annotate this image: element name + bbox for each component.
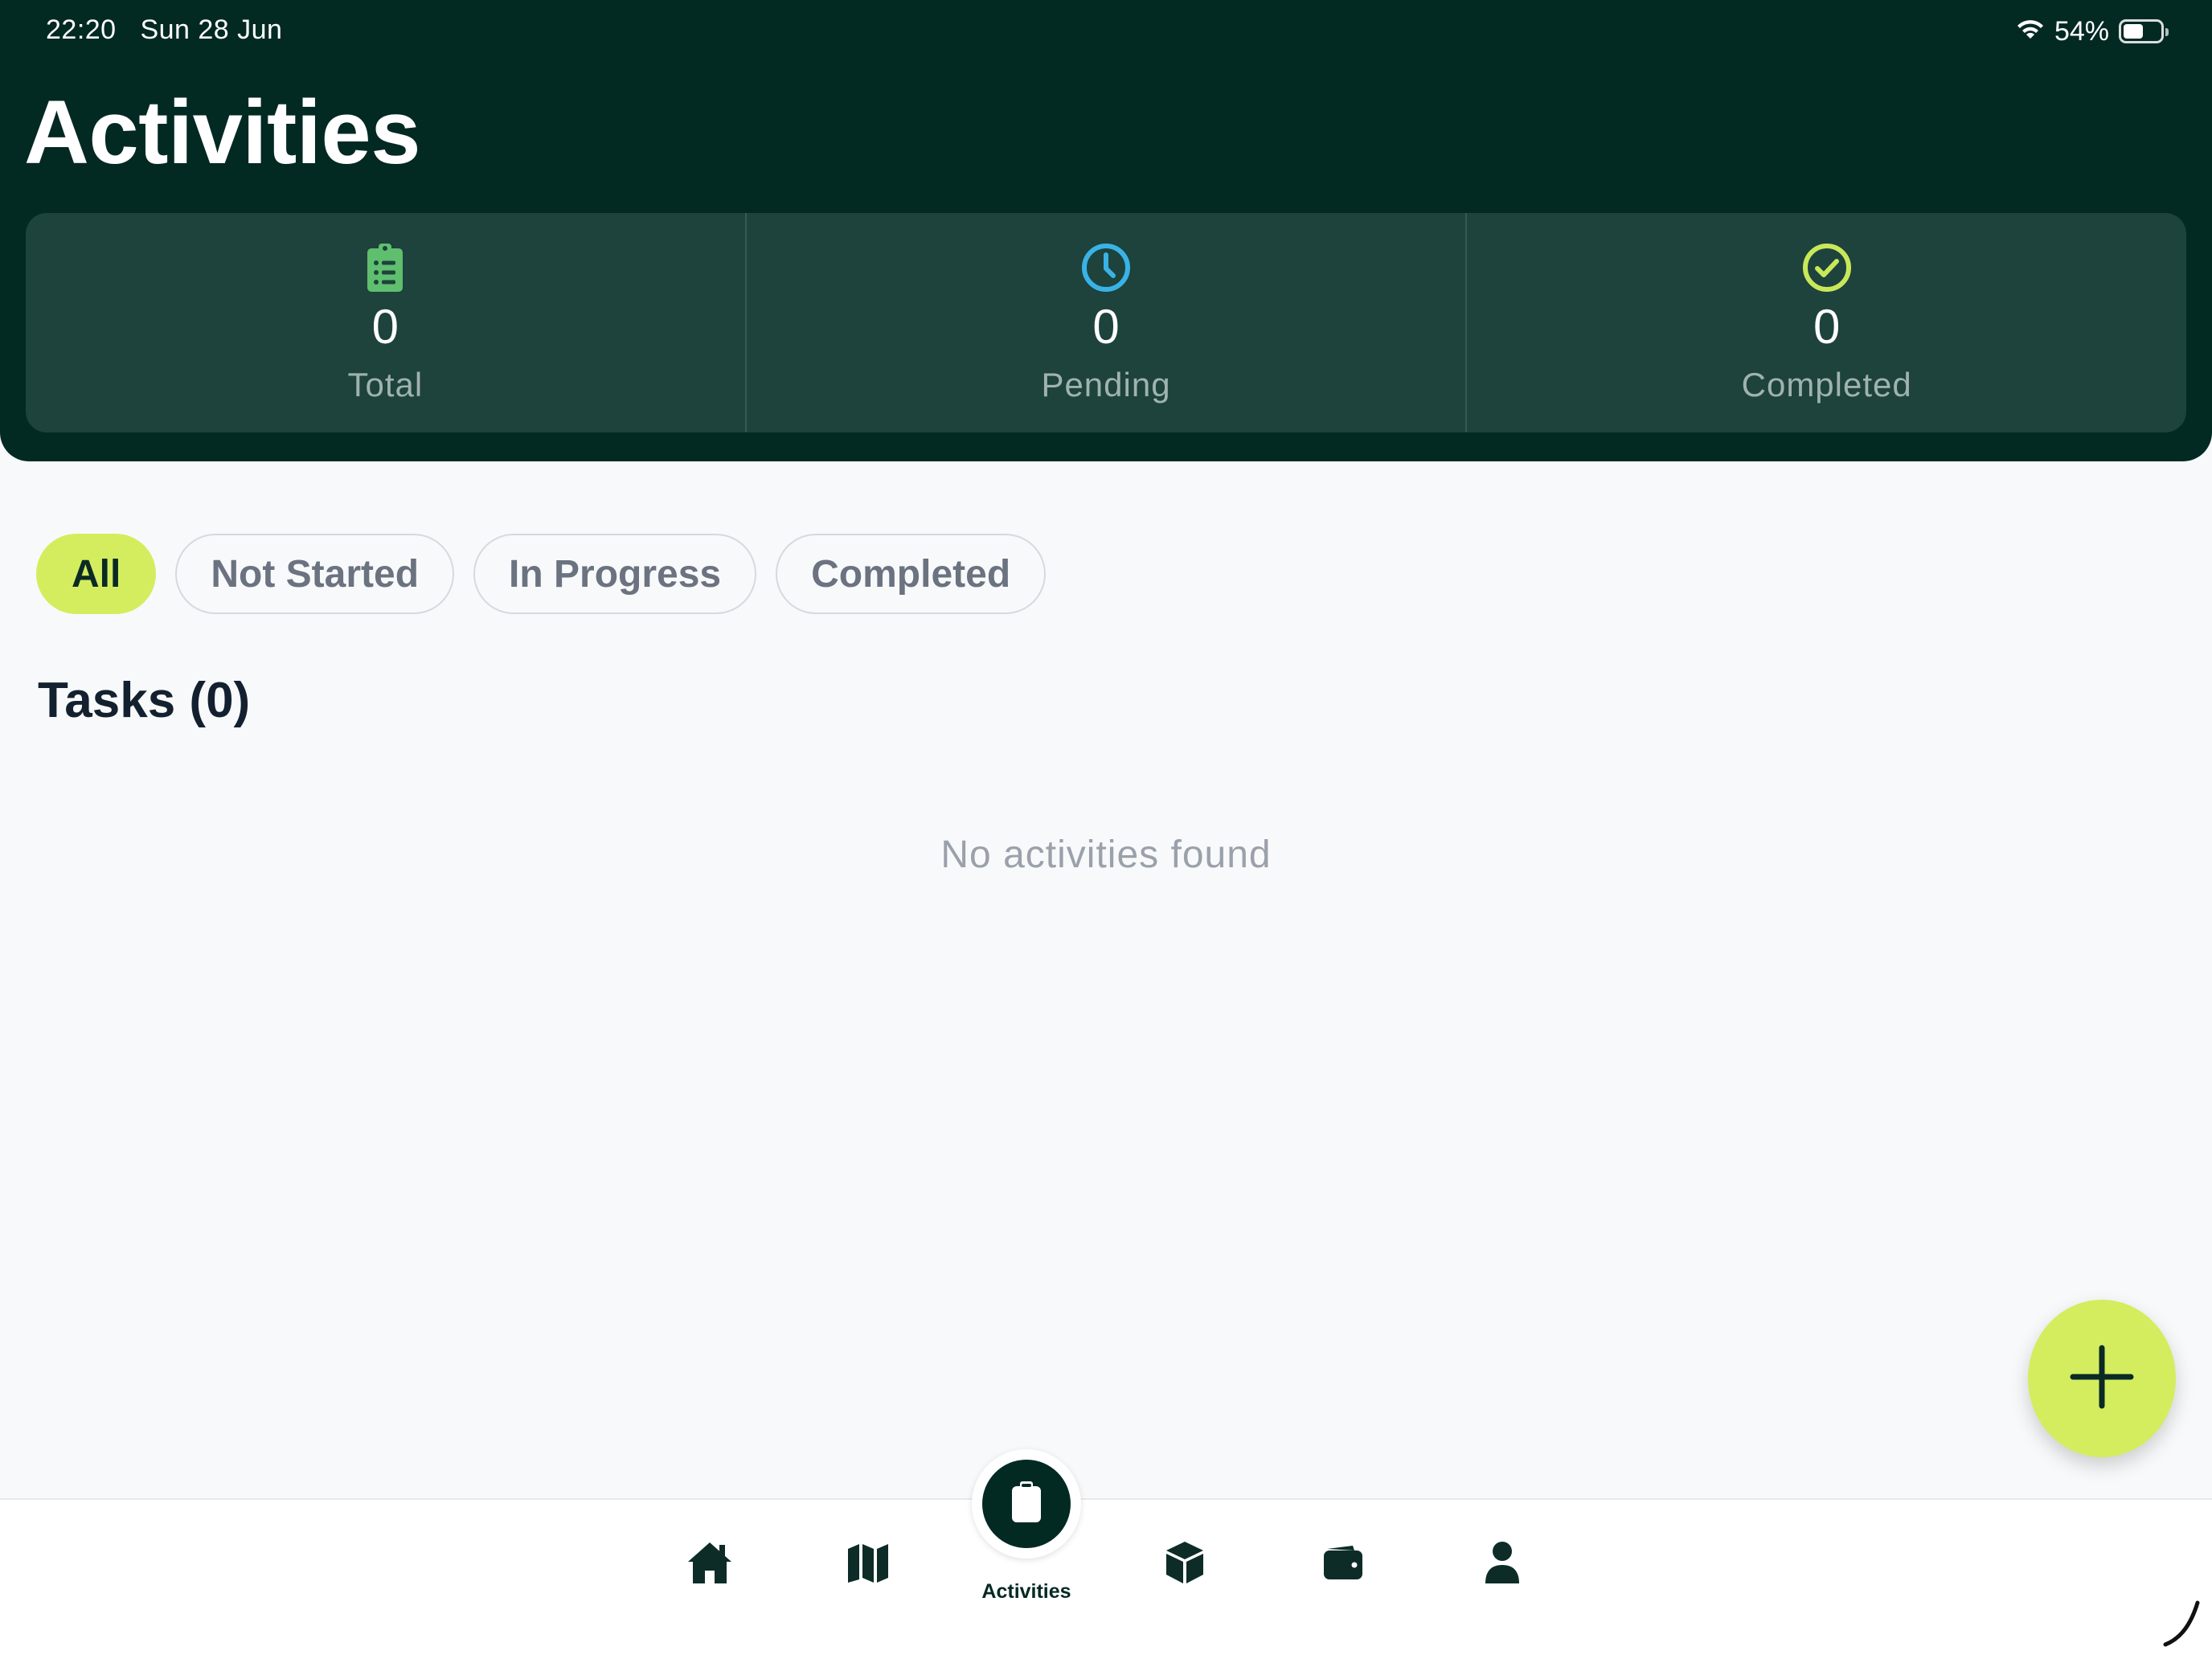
wifi-icon <box>2016 18 2045 45</box>
stat-total-value: 0 <box>371 300 399 354</box>
nav-activities-active-bg <box>982 1460 1071 1548</box>
nav-packages[interactable] <box>1153 1532 1217 1596</box>
filter-not-started-chip[interactable]: Not Started <box>175 534 455 614</box>
filter-in-progress-chip[interactable]: In Progress <box>473 534 757 614</box>
filter-chips: All Not Started In Progress Completed <box>36 534 1047 614</box>
status-time: 22:20 Sun 28 Jun <box>46 14 282 46</box>
nav-wallet[interactable] <box>1311 1532 1375 1596</box>
add-activity-button[interactable] <box>2028 1300 2176 1457</box>
empty-state-message: No activities found <box>940 834 1272 876</box>
clipboard-icon <box>1010 1481 1043 1528</box>
battery-cap <box>2165 28 2169 36</box>
header: 22:20 Sun 28 Jun 54% Activities 0 Total … <box>0 0 2212 461</box>
stat-total: 0 Total <box>26 213 745 432</box>
stat-pending-value: 0 <box>1092 300 1120 354</box>
battery-icon <box>2119 19 2169 43</box>
home-icon <box>686 1540 733 1589</box>
page-title: Activities <box>24 82 420 182</box>
map-icon <box>846 1541 890 1588</box>
nav-activities-label: Activities <box>981 1580 1071 1603</box>
wallet-icon <box>1322 1544 1364 1585</box>
filter-completed-chip[interactable]: Completed <box>776 534 1047 614</box>
battery-level <box>2124 24 2143 39</box>
stat-completed-label: Completed <box>1741 366 1912 403</box>
user-icon <box>1484 1540 1521 1589</box>
stats-card: 0 Total 0 Pending 0 Completed <box>26 213 2186 432</box>
nav-home[interactable] <box>678 1532 742 1596</box>
clock-icon <box>1080 242 1132 293</box>
check-circle-icon <box>1801 242 1853 293</box>
cube-icon <box>1165 1540 1205 1589</box>
nav-activities[interactable] <box>972 1449 1081 1559</box>
bottom-nav: Activities <box>0 1449 2212 1659</box>
activities-screen: 22:20 Sun 28 Jun 54% Activities 0 Total … <box>0 0 2212 1659</box>
tasks-heading: Tasks (0) <box>38 673 251 728</box>
status-indicators: 54% <box>2016 13 2169 50</box>
plus-icon <box>2068 1343 2136 1415</box>
filter-all-chip[interactable]: All <box>36 534 157 614</box>
stat-total-label: Total <box>347 366 424 403</box>
clipboard-list-icon <box>359 242 411 293</box>
nav-map[interactable] <box>836 1532 900 1596</box>
stat-completed-value: 0 <box>1813 300 1841 354</box>
status-clock: 22:20 <box>46 14 117 45</box>
stat-pending: 0 Pending <box>744 213 1466 432</box>
battery-percent: 54% <box>2054 15 2109 47</box>
status-date: Sun 28 Jun <box>140 14 283 45</box>
home-indicator-corner <box>2162 1600 2201 1652</box>
stat-completed: 0 Completed <box>1465 213 2186 432</box>
stat-pending-label: Pending <box>1041 366 1171 403</box>
nav-profile[interactable] <box>1470 1532 1534 1596</box>
